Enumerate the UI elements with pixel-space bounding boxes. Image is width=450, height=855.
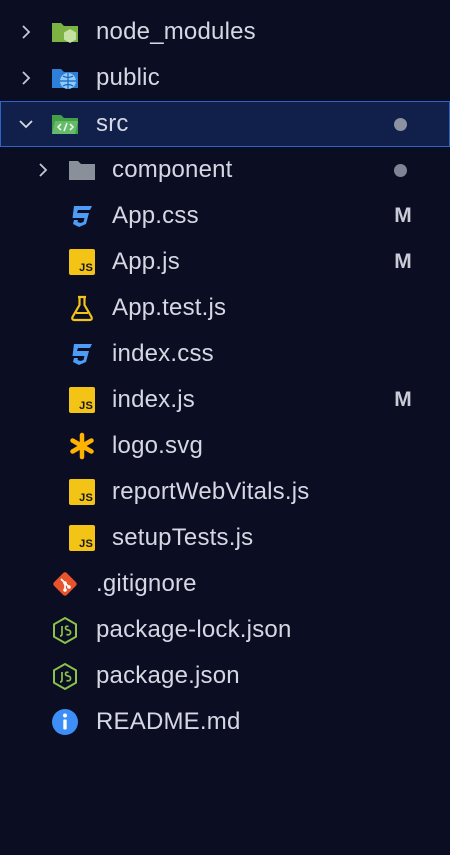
tree-item-report-web-vitals-js[interactable]: JS reportWebVitals.js xyxy=(0,469,450,515)
chevron-right-icon[interactable] xyxy=(16,22,36,42)
css-file-icon xyxy=(67,201,97,231)
tree-item-label: App.js xyxy=(112,248,180,275)
tree-item-label: index.js xyxy=(112,386,195,413)
modified-dot xyxy=(394,117,407,131)
tree-item-app-css[interactable]: App.css M xyxy=(0,193,450,239)
tree-item-label: index.css xyxy=(112,340,214,367)
tree-item-app-test-js[interactable]: App.test.js xyxy=(0,285,450,331)
info-icon xyxy=(50,707,80,737)
tree-item-label: node_modules xyxy=(96,18,256,45)
tree-item-label: setupTests.js xyxy=(112,524,254,551)
tree-item-label: package-lock.json xyxy=(96,616,292,643)
tree-item-package-json[interactable]: package.json xyxy=(0,653,450,699)
chevron-right-icon[interactable] xyxy=(33,160,53,180)
tree-item-label: App.test.js xyxy=(112,294,227,321)
tree-item-label: component xyxy=(112,156,233,183)
tree-item-label: public xyxy=(96,64,160,91)
tree-item-src[interactable]: src xyxy=(0,101,450,147)
tree-item-label: src xyxy=(96,110,129,137)
tree-item-readme-md[interactable]: README.md xyxy=(0,699,450,745)
js-file-icon: JS xyxy=(67,523,97,553)
node-js-icon xyxy=(50,615,80,645)
git-status-modified: M xyxy=(394,250,412,273)
chevron-right-icon[interactable] xyxy=(16,68,36,88)
js-file-icon: JS xyxy=(67,385,97,415)
file-explorer-tree: node_modules public src component App.cs… xyxy=(0,0,450,745)
tree-item-index-css[interactable]: index.css xyxy=(0,331,450,377)
tree-item-index-js[interactable]: JS index.js M xyxy=(0,377,450,423)
css-file-icon xyxy=(67,339,97,369)
tree-item-label: logo.svg xyxy=(112,432,203,459)
svg-asterisk-icon xyxy=(67,431,97,461)
tree-item-app-js[interactable]: JS App.js M xyxy=(0,239,450,285)
git-icon xyxy=(50,569,80,599)
tree-item-component[interactable]: component xyxy=(0,147,450,193)
tree-item-label: README.md xyxy=(96,708,241,735)
node-js-icon xyxy=(50,661,80,691)
tree-item-node-modules[interactable]: node_modules xyxy=(0,9,450,55)
test-flask-icon xyxy=(67,293,97,323)
tree-item-label: App.css xyxy=(112,202,199,229)
js-file-icon: JS xyxy=(67,247,97,277)
tree-item-public[interactable]: public xyxy=(0,55,450,101)
modified-dot xyxy=(394,163,407,177)
git-status-modified: M xyxy=(394,388,412,411)
tree-item-label: .gitignore xyxy=(96,570,197,597)
chevron-down-icon[interactable] xyxy=(16,114,36,134)
node-folder-icon xyxy=(50,17,80,47)
git-status-modified: M xyxy=(394,204,412,227)
tree-item-label: package.json xyxy=(96,662,240,689)
folder-icon xyxy=(67,155,97,185)
globe-folder-icon xyxy=(50,63,80,93)
tree-item-package-lock-json[interactable]: package-lock.json xyxy=(0,607,450,653)
tree-item-gitignore[interactable]: .gitignore xyxy=(0,561,450,607)
tree-item-setup-tests-js[interactable]: JS setupTests.js xyxy=(0,515,450,561)
js-file-icon: JS xyxy=(67,477,97,507)
tree-item-label: reportWebVitals.js xyxy=(112,478,310,505)
tree-item-logo-svg[interactable]: logo.svg xyxy=(0,423,450,469)
src-folder-open-icon xyxy=(50,109,80,139)
